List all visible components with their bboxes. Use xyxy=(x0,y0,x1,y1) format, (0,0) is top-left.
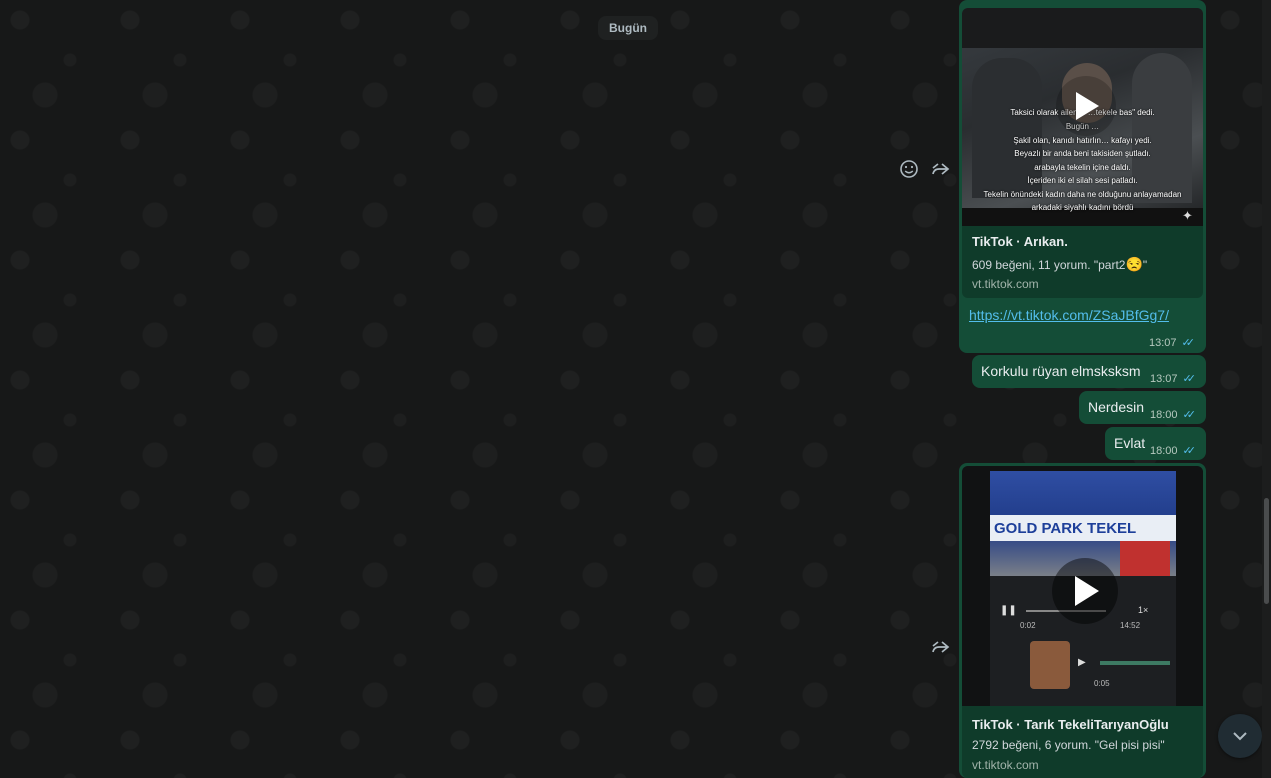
double-check-icon: ✓✓ xyxy=(1182,373,1197,385)
video-thumbnail[interactable]: Taksici olarak ailen… …tekele bas" dedi.… xyxy=(962,8,1203,226)
message-meta: 13:07 ✓✓ xyxy=(1150,372,1197,386)
scrollbar-thumb[interactable] xyxy=(1264,498,1269,604)
red-box xyxy=(1120,541,1170,576)
message-bubble-text[interactable]: Korkulu rüyan elmsksksm 13:07 ✓✓ xyxy=(972,355,1206,388)
preview-title: TikTok · Tarık TekeliTarıyanOğlu xyxy=(972,717,1169,732)
video-thumbnail[interactable]: GOLD PARK TEKEL ❚❚ 1× 0:02 14:52 ▶ 0:05 xyxy=(962,466,1203,706)
preview-description: 2792 beğeni, 6 yorum. "Gel pisi pisi" xyxy=(972,738,1165,752)
play-icon[interactable] xyxy=(1052,558,1118,624)
emoji-reaction-icon[interactable] xyxy=(898,158,920,180)
unamused-emoji: 😒 xyxy=(1125,256,1143,272)
date-separator: Bugün xyxy=(598,16,658,40)
link-preview-card[interactable]: Taksici olarak ailen… …tekele bas" dedi.… xyxy=(962,8,1203,298)
audio-start-time: 0:02 xyxy=(1020,621,1036,630)
message-bubble-text[interactable]: Evlat 18:00 ✓✓ xyxy=(1105,427,1206,460)
chevron-down-icon xyxy=(1233,732,1247,741)
double-check-icon: ✓✓ xyxy=(1182,409,1197,421)
caption-line-6: İçeriden iki el silah sesi patladı. xyxy=(1027,176,1138,185)
link-preview-card[interactable]: GOLD PARK TEKEL ❚❚ 1× 0:02 14:52 ▶ 0:05 … xyxy=(962,466,1203,778)
sparkle-icon: ✦ xyxy=(1182,208,1193,223)
message-text: Evlat xyxy=(1114,435,1146,451)
forward-icon-second[interactable] xyxy=(929,636,951,658)
caption-line-5: arabayla tekelin içine daldı. xyxy=(1034,163,1131,172)
double-check-icon: ✓✓ xyxy=(1181,337,1196,349)
preview-description: 609 beğeni, 11 yorum. "part2😒" xyxy=(972,256,1148,272)
store-sign-text: GOLD PARK TEKEL xyxy=(994,520,1137,537)
pause-icon: ❚❚ xyxy=(1000,605,1017,616)
caption-line-4: Beyazlı bir anda beni takisiden şutladı. xyxy=(1014,149,1151,158)
scrollbar-track[interactable] xyxy=(1262,0,1271,778)
caption-line-8: arkadaki siyahlı kadını bördü xyxy=(1031,203,1134,212)
message-text: Korkulu rüyan elmsksksm xyxy=(981,363,1141,379)
message-bubble-text[interactable]: Nerdesin 18:00 ✓✓ xyxy=(1079,391,1206,424)
forward-icon[interactable] xyxy=(929,158,951,180)
message-meta: 13:07 ✓✓ xyxy=(1149,336,1196,350)
message-meta: 18:00 ✓✓ xyxy=(1150,408,1197,422)
speed-label: 1× xyxy=(1138,605,1149,615)
message-time: 13:07 xyxy=(1150,372,1178,385)
message-text: Nerdesin xyxy=(1088,399,1145,415)
message-link[interactable]: https://vt.tiktok.com/ZSaJBfGg7/ xyxy=(969,307,1169,323)
small-play-icon: ▶ xyxy=(1078,657,1086,668)
preview-title: TikTok · Arıkan. xyxy=(972,234,1068,249)
message-meta: 18:00 ✓✓ xyxy=(1150,444,1197,458)
audio2-start-time: 0:05 xyxy=(1094,679,1110,688)
preview-domain: vt.tiktok.com xyxy=(972,758,1039,772)
preview-domain: vt.tiktok.com xyxy=(972,277,1039,291)
play-icon[interactable] xyxy=(1056,76,1116,136)
double-check-icon: ✓✓ xyxy=(1182,445,1197,457)
message-time: 18:00 xyxy=(1150,408,1178,421)
car-roof xyxy=(962,8,1203,48)
message-time: 13:07 xyxy=(1149,336,1177,349)
caption-line-7: Tekelin önündeki kadın daha ne olduğunu … xyxy=(983,190,1182,199)
profile-photo xyxy=(1030,641,1070,689)
audio-wave-2 xyxy=(1100,661,1170,665)
audio-end-time: 14:52 xyxy=(1120,621,1141,630)
scroll-to-bottom-button[interactable] xyxy=(1218,714,1262,758)
caption-line-3: Şakil olan, kanıdı hatırlın… kafayı yedi… xyxy=(1013,136,1152,145)
message-time: 18:00 xyxy=(1150,444,1178,457)
message-bubble-link-1[interactable]: Taksici olarak ailen… …tekele bas" dedi.… xyxy=(959,0,1206,353)
message-bubble-link-2[interactable]: GOLD PARK TEKEL ❚❚ 1× 0:02 14:52 ▶ 0:05 … xyxy=(959,463,1206,778)
